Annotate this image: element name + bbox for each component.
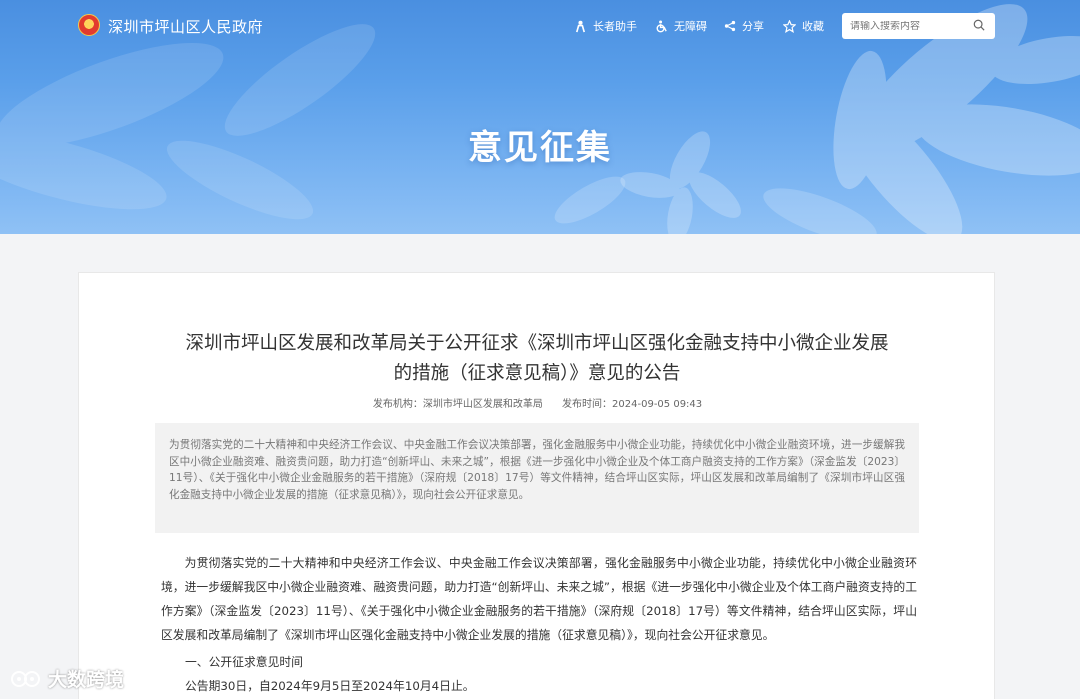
share-label: 分享 xyxy=(742,20,764,33)
share-icon xyxy=(724,20,736,32)
site-name[interactable]: 深圳市坪山区人民政府 xyxy=(108,16,263,37)
publish-time-field: 发布时间：2024-09-05 09:43 xyxy=(562,399,703,410)
search-input[interactable] xyxy=(850,20,970,32)
publish-time-value: 2024-09-05 09:43 xyxy=(612,399,703,410)
article-title: 深圳市坪山区发展和改革局关于公开征求《深圳市坪山区强化金融支持中小微企业发展的措… xyxy=(185,333,889,384)
elder-assist-button[interactable]: 长者助手 xyxy=(574,18,637,34)
elder-assist-label: 长者助手 xyxy=(593,20,637,33)
accessibility-label: 无障碍 xyxy=(674,20,707,33)
watermark-text: 大数跨境 xyxy=(48,669,125,691)
favorite-button[interactable]: 收藏 xyxy=(783,18,824,34)
elder-assist-icon xyxy=(575,20,586,32)
share-button[interactable]: 分享 xyxy=(724,18,764,34)
banner-title: 意见征集 xyxy=(468,128,612,168)
accessibility-button[interactable]: 无障碍 xyxy=(655,18,707,34)
publisher-field: 发布机构：深圳市坪山区发展和改革局 xyxy=(372,399,543,410)
article-meta: 发布机构：深圳市坪山区发展和改革局 发布时间：2024-09-05 09:43 xyxy=(79,395,996,410)
publisher-value: 深圳市坪山区发展和改革局 xyxy=(422,399,543,410)
section-1-text: 公告期30日，自2024年9月5日至2024年10月4日止。 xyxy=(185,679,475,693)
accessibility-icon xyxy=(656,20,667,32)
favorite-label: 收藏 xyxy=(802,20,824,33)
watermark: 大数跨境 xyxy=(10,665,124,692)
star-icon xyxy=(783,19,796,33)
article-card: 深圳市坪山区发展和改革局关于公开征求《深圳市坪山区强化金融支持中小微企业发展的措… xyxy=(78,272,995,699)
article-body-paragraph: 为贯彻落实党的二十大精神和中央经济工作会议、中央金融工作会议决策部署，强化金融服… xyxy=(161,556,917,642)
government-emblem-icon[interactable] xyxy=(78,14,100,36)
section-heading-1: 一、公开征求意见时间 xyxy=(185,655,303,669)
top-bar: 深圳市坪山区人民政府 长者助手 无障碍 分享 收藏 xyxy=(0,0,1080,48)
search-box[interactable] xyxy=(842,13,995,39)
article-abstract: 为贯彻落实党的二十大精神和中央经济工作会议、中央金融工作会议决策部署，强化金融服… xyxy=(155,423,919,533)
watermark-logo-icon xyxy=(11,670,40,687)
search-icon[interactable] xyxy=(973,19,985,31)
